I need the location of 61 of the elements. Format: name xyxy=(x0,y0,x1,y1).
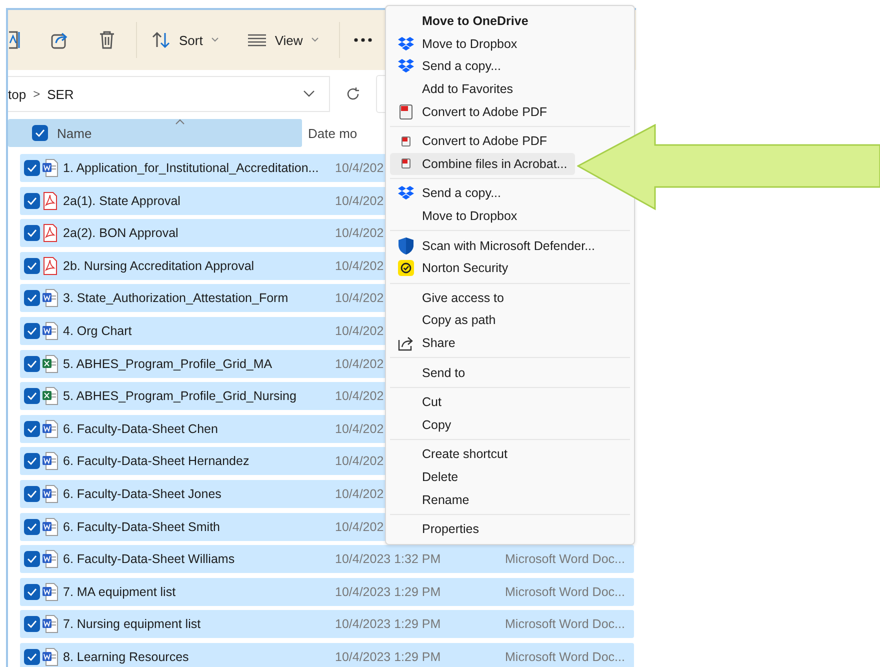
menu-item[interactable]: Move to Dropbox xyxy=(390,32,526,56)
date-modified: 10/4/202 xyxy=(335,161,384,175)
date-modified: 10/4/202 xyxy=(335,454,384,468)
menu-item[interactable]: Convert to Adobe PDF xyxy=(390,100,556,123)
view-button[interactable]: View xyxy=(232,22,333,58)
file-name: 1. Application_for_Institutional_Accreditation... xyxy=(63,161,320,175)
file-name: 2b. Nursing Accreditation Approval xyxy=(63,258,256,273)
menu-item[interactable]: Combine files in Acrobat... xyxy=(390,152,576,176)
file-row[interactable]: 6. Faculty-Data-Sheet Williams 10/4/2023 1:32 PM Microsoft Word Doc... xyxy=(20,545,634,574)
file-row[interactable]: 7. MA equipment list 10/4/2023 1:29 PM Microsoft Word Doc... xyxy=(20,578,634,606)
menu-item[interactable]: Copy xyxy=(390,414,460,436)
file-name: 5. ABHES_Program_Profile_Grid_MA xyxy=(63,356,274,371)
file-name: 2a(2). BON Approval xyxy=(63,226,180,240)
file-name: 7. Nursing equipment list xyxy=(63,617,202,632)
menu-item[interactable]: Convert to Adobe PDF xyxy=(390,130,556,153)
file-type: Microsoft Word Doc... xyxy=(505,650,625,664)
file-name: 6. Faculty-Data-Sheet Chen xyxy=(63,422,219,436)
date-modified: 10/4/202 xyxy=(335,486,384,501)
file-name: 6. Faculty-Data-Sheet Hernandez xyxy=(63,454,250,468)
date-column-header[interactable]: Date mo xyxy=(308,126,358,140)
file-name: 4. Org Chart xyxy=(63,324,133,338)
date-modified: 10/4/202 xyxy=(335,194,384,208)
menu-item[interactable]: Norton Security xyxy=(390,256,516,280)
file-name: 3. State_Authorization_Attestation_Form xyxy=(63,291,290,306)
date-modified: 10/4/202 xyxy=(335,520,384,534)
file-type: Microsoft Word Doc... xyxy=(505,617,625,632)
file-name: 7. MA equipment list xyxy=(63,584,177,599)
breadcrumb[interactable]: top xyxy=(8,86,26,102)
menu-item[interactable]: Properties xyxy=(390,518,487,540)
date-modified: 10/4/2023 1:29 PM xyxy=(335,617,441,632)
sort-button[interactable]: Sort xyxy=(136,22,233,58)
menu-item[interactable]: Cut xyxy=(390,390,450,414)
name-column-header[interactable]: Name xyxy=(8,119,302,147)
file-name: 6. Faculty-Data-Sheet Williams xyxy=(63,552,236,566)
date-modified: 10/4/202 xyxy=(335,389,384,404)
file-name: 6. Faculty-Data-Sheet Smith xyxy=(63,520,222,534)
file-row[interactable]: 8. Learning Resources 10/4/2023 1:29 PM Microsoft Word Doc... xyxy=(20,642,634,667)
date-modified: 10/4/2023 1:29 PM xyxy=(335,650,441,664)
date-modified: 10/4/202 xyxy=(335,258,384,273)
address-bar[interactable]: top > SER xyxy=(8,76,330,112)
date-modified: 10/4/202 xyxy=(335,291,384,306)
date-modified: 10/4/202 xyxy=(335,324,384,338)
breadcrumb[interactable]: SER xyxy=(47,86,74,102)
menu-item[interactable]: Move to OneDrive xyxy=(390,10,536,33)
file-name: 5. ABHES_Program_Profile_Grid_Nursing xyxy=(63,389,298,404)
menu-item[interactable]: Rename xyxy=(390,488,478,511)
file-name: 8. Learning Resources xyxy=(63,650,190,664)
date-modified: 10/4/202 xyxy=(335,226,384,240)
date-modified: 10/4/202 xyxy=(335,356,384,371)
file-type: Microsoft Word Doc... xyxy=(505,552,625,566)
file-row[interactable]: 7. Nursing equipment list 10/4/2023 1:29 PM Microsoft Word Doc... xyxy=(20,610,634,638)
menu-item[interactable]: Add to Favorites xyxy=(390,78,522,100)
file-type: Microsoft Word Doc... xyxy=(505,584,625,599)
menu-item[interactable]: Send a copy... xyxy=(390,55,509,78)
date-modified: 10/4/2023 1:29 PM xyxy=(335,584,441,599)
file-name: 6. Faculty-Data-Sheet Jones xyxy=(63,486,222,501)
menu-item[interactable]: Give access to xyxy=(390,286,512,310)
file-name: 2a(1). State Approval xyxy=(63,194,182,208)
date-modified: 10/4/2023 1:32 PM xyxy=(335,552,441,566)
breadcrumb-separator: > xyxy=(33,87,40,101)
date-modified: 10/4/202 xyxy=(335,422,384,436)
